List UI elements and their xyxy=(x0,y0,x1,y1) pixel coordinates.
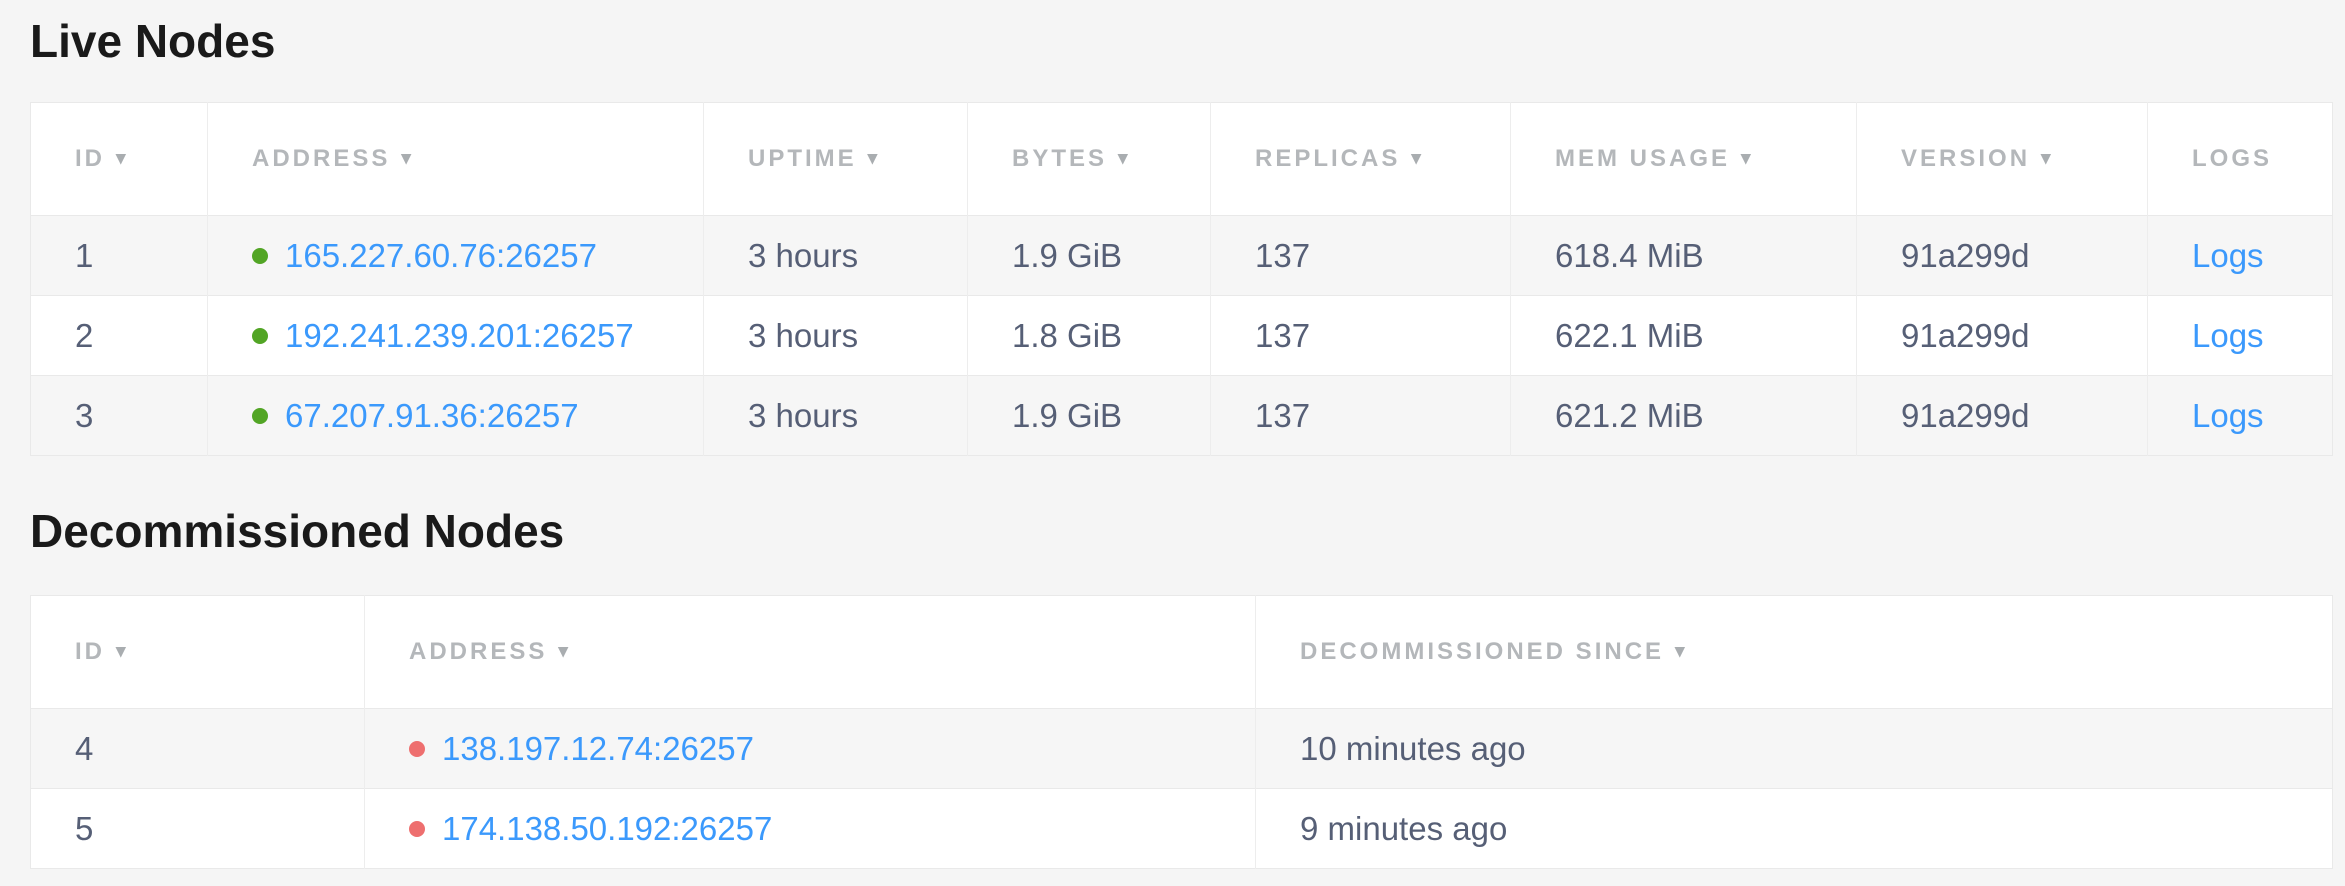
col-header-address-label: ADDRESS xyxy=(252,145,390,172)
node-decommissioned-since-cell: 10 minutes ago xyxy=(1256,709,2333,789)
col-header-bytes-label: BYTES xyxy=(1012,145,1107,172)
node-address-link[interactable]: 192.241.239.201:26257 xyxy=(285,317,634,354)
node-version-cell: 91a299d xyxy=(1857,376,2148,456)
col-header-id-label: ID xyxy=(75,638,105,665)
node-logs-cell: Logs xyxy=(2148,296,2333,376)
node-replicas-cell: 137 xyxy=(1211,296,1511,376)
node-live-status-icon xyxy=(252,328,268,344)
sort-desc-icon: ▾ xyxy=(116,148,126,169)
live-nodes-table: ID ▾ ADDRESS ▾ UPTIME ▾ BYTES ▾ REPLICAS ▾ ME… xyxy=(30,102,2333,456)
node-id-cell: 2 xyxy=(31,296,208,376)
col-header-address[interactable]: ADDRESS ▾ xyxy=(208,103,704,216)
col-header-replicas-label: REPLICAS xyxy=(1255,145,1400,172)
node-version-cell: 91a299d xyxy=(1857,296,2148,376)
node-decommissioned-status-icon xyxy=(409,741,425,757)
sort-desc-icon: ▾ xyxy=(401,148,411,169)
node-mem-usage-cell: 621.2 MiB xyxy=(1511,376,1857,456)
node-replicas-cell: 137 xyxy=(1211,216,1511,296)
node-address-cell: 192.241.239.201:26257 xyxy=(208,296,704,376)
col-header-address[interactable]: ADDRESS ▾ xyxy=(365,596,1256,709)
live-nodes-header-row: ID ▾ ADDRESS ▾ UPTIME ▾ BYTES ▾ REPLICAS ▾ ME… xyxy=(31,103,2333,216)
sort-desc-icon: ▾ xyxy=(558,641,568,662)
decommissioned-nodes-title: Decommissioned Nodes xyxy=(30,504,2332,559)
node-address-cell: 67.207.91.36:26257 xyxy=(208,376,704,456)
col-header-decommissioned-since[interactable]: DECOMMISSIONED SINCE ▾ xyxy=(1256,596,2333,709)
node-logs-link[interactable]: Logs xyxy=(2192,317,2264,354)
col-header-version-label: VERSION xyxy=(1901,145,2030,172)
table-row: 2 192.241.239.201:26257 3 hours 1.8 GiB … xyxy=(31,296,2333,376)
sort-desc-icon: ▾ xyxy=(1675,641,1685,662)
node-replicas-cell: 137 xyxy=(1211,376,1511,456)
node-uptime-cell: 3 hours xyxy=(704,296,968,376)
col-header-id-label: ID xyxy=(75,145,105,172)
node-version-cell: 91a299d xyxy=(1857,216,2148,296)
node-address-cell: 165.227.60.76:26257 xyxy=(208,216,704,296)
node-logs-link[interactable]: Logs xyxy=(2192,237,2264,274)
node-mem-usage-cell: 622.1 MiB xyxy=(1511,296,1857,376)
node-bytes-cell: 1.9 GiB xyxy=(968,216,1211,296)
col-header-address-label: ADDRESS xyxy=(409,638,547,665)
live-nodes-section: Live Nodes ID ▾ ADDRESS ▾ UPTIME ▾ BYTES ▾ R… xyxy=(30,14,2332,456)
node-id-cell: 1 xyxy=(31,216,208,296)
node-bytes-cell: 1.9 GiB xyxy=(968,376,1211,456)
sort-desc-icon: ▾ xyxy=(1741,148,1751,169)
cluster-nodes-page: Live Nodes ID ▾ ADDRESS ▾ UPTIME ▾ BYTES ▾ R… xyxy=(0,0,2345,886)
live-nodes-title: Live Nodes xyxy=(30,14,2332,69)
node-decommissioned-since-cell: 9 minutes ago xyxy=(1256,789,2333,869)
col-header-bytes[interactable]: BYTES ▾ xyxy=(968,103,1211,216)
decommissioned-nodes-header-row: ID ▾ ADDRESS ▾ DECOMMISSIONED SINCE ▾ xyxy=(31,596,2333,709)
col-header-logs-label: LOGS xyxy=(2192,145,2272,172)
node-address-link[interactable]: 67.207.91.36:26257 xyxy=(285,397,579,434)
col-header-replicas[interactable]: REPLICAS ▾ xyxy=(1211,103,1511,216)
node-id-cell: 4 xyxy=(31,709,365,789)
col-header-id[interactable]: ID ▾ xyxy=(31,596,365,709)
decommissioned-nodes-section: Decommissioned Nodes ID ▾ ADDRESS ▾ DECOMM… xyxy=(30,504,2332,869)
sort-desc-icon: ▾ xyxy=(1118,148,1128,169)
node-decommissioned-status-icon xyxy=(409,821,425,837)
node-address-cell: 174.138.50.192:26257 xyxy=(365,789,1256,869)
node-address-link[interactable]: 138.197.12.74:26257 xyxy=(442,730,754,767)
table-row: 1 165.227.60.76:26257 3 hours 1.9 GiB 13… xyxy=(31,216,2333,296)
table-row: 5 174.138.50.192:26257 9 minutes ago xyxy=(31,789,2333,869)
node-id-cell: 3 xyxy=(31,376,208,456)
col-header-mem-usage[interactable]: MEM USAGE ▾ xyxy=(1511,103,1857,216)
col-header-decommissioned-since-label: DECOMMISSIONED SINCE xyxy=(1300,638,1664,665)
node-live-status-icon xyxy=(252,408,268,424)
node-logs-link[interactable]: Logs xyxy=(2192,397,2264,434)
col-header-uptime[interactable]: UPTIME ▾ xyxy=(704,103,968,216)
table-row: 3 67.207.91.36:26257 3 hours 1.9 GiB 137… xyxy=(31,376,2333,456)
decommissioned-nodes-table: ID ▾ ADDRESS ▾ DECOMMISSIONED SINCE ▾ 4 138… xyxy=(30,595,2333,869)
sort-desc-icon: ▾ xyxy=(1411,148,1421,169)
col-header-version[interactable]: VERSION ▾ xyxy=(1857,103,2148,216)
table-row: 4 138.197.12.74:26257 10 minutes ago xyxy=(31,709,2333,789)
col-header-mem-usage-label: MEM USAGE xyxy=(1555,145,1730,172)
node-address-link[interactable]: 165.227.60.76:26257 xyxy=(285,237,597,274)
node-uptime-cell: 3 hours xyxy=(704,216,968,296)
sort-desc-icon: ▾ xyxy=(868,148,878,169)
node-mem-usage-cell: 618.4 MiB xyxy=(1511,216,1857,296)
node-logs-cell: Logs xyxy=(2148,216,2333,296)
node-id-cell: 5 xyxy=(31,789,365,869)
col-header-uptime-label: UPTIME xyxy=(748,145,857,172)
node-uptime-cell: 3 hours xyxy=(704,376,968,456)
sort-desc-icon: ▾ xyxy=(2041,148,2051,169)
col-header-logs: LOGS xyxy=(2148,103,2333,216)
node-address-link[interactable]: 174.138.50.192:26257 xyxy=(442,810,772,847)
node-bytes-cell: 1.8 GiB xyxy=(968,296,1211,376)
node-live-status-icon xyxy=(252,248,268,264)
node-address-cell: 138.197.12.74:26257 xyxy=(365,709,1256,789)
node-logs-cell: Logs xyxy=(2148,376,2333,456)
sort-desc-icon: ▾ xyxy=(116,641,126,662)
col-header-id[interactable]: ID ▾ xyxy=(31,103,208,216)
